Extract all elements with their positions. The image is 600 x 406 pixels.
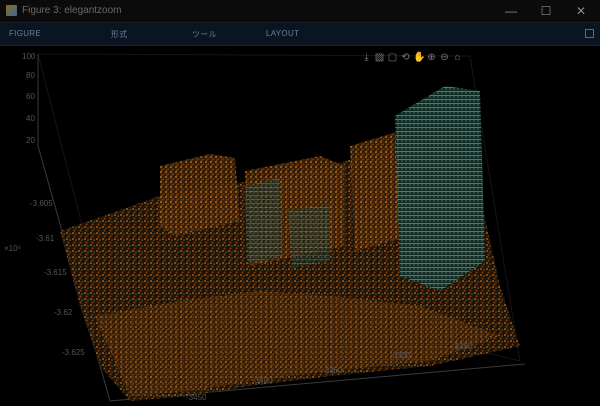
tab-layout[interactable]: LAYOUT <box>266 29 299 38</box>
z-tick-label: 60 <box>26 92 35 101</box>
plot-area[interactable]: ⤓ ▨ ▢ ⟲ ✋ ⊕ ⊖ ⌂ 100 80 60 40 20 ×10⁶ -3.… <box>0 46 600 406</box>
y-tick-label: -3.62 <box>54 308 73 317</box>
building-green-2 <box>288 204 330 268</box>
tower <box>395 86 485 291</box>
z-tick-label: 40 <box>26 114 35 123</box>
undock-icon[interactable] <box>585 29 594 38</box>
x-tick-label: -3450 <box>186 393 207 402</box>
tab-tools[interactable]: ツール <box>192 29 217 40</box>
rotate-icon[interactable]: ⟲ <box>400 52 411 63</box>
pan-icon[interactable]: ✋ <box>413 52 425 63</box>
z-tick-label: 20 <box>26 136 35 145</box>
close-button[interactable]: ✕ <box>566 0 596 22</box>
y-tick-label: -3.605 <box>30 199 53 208</box>
building-left <box>160 154 240 236</box>
toolstrip: FIGURE 形式 ツール LAYOUT <box>0 23 600 46</box>
datatip-icon[interactable]: ▢ <box>387 52 398 63</box>
zoom-in-icon[interactable]: ⊕ <box>426 52 437 63</box>
window-title: Figure 3: elegantzoom <box>22 5 122 16</box>
brush-icon[interactable]: ▨ <box>374 52 385 63</box>
y-tick-label: -3.61 <box>36 234 55 243</box>
x-tick-label: -3250 <box>452 342 473 351</box>
x-tick-label: -3300 <box>390 351 411 360</box>
z-tick-label: 80 <box>26 71 35 80</box>
tab-figure[interactable]: FIGURE <box>9 29 41 38</box>
matlab-app-icon <box>6 5 17 16</box>
home-icon[interactable]: ⌂ <box>452 52 463 63</box>
figure-window: Figure 3: elegantzoom — ☐ ✕ FIGURE 形式 ツー… <box>0 0 600 406</box>
y-tick-label: -3.615 <box>44 268 67 277</box>
tab-format[interactable]: 形式 <box>111 29 128 40</box>
zoom-out-icon[interactable]: ⊖ <box>439 52 450 63</box>
point-cloud-axes[interactable] <box>0 46 600 406</box>
y-axis-exponent: ×10⁶ <box>4 244 21 253</box>
x-tick-label: -3400 <box>252 376 273 385</box>
z-tick-label: 100 <box>22 52 36 61</box>
axes-toolbar: ⤓ ▨ ▢ ⟲ ✋ ⊕ ⊖ ⌂ <box>361 52 463 66</box>
y-tick-label: -3.625 <box>62 348 85 357</box>
building-green-1 <box>245 178 282 264</box>
x-tick-label: -3350 <box>322 366 343 375</box>
title-bar: Figure 3: elegantzoom — ☐ ✕ <box>0 0 600 23</box>
minimize-button[interactable]: — <box>496 0 526 22</box>
export-icon[interactable]: ⤓ <box>361 52 372 63</box>
maximize-button[interactable]: ☐ <box>531 0 561 22</box>
